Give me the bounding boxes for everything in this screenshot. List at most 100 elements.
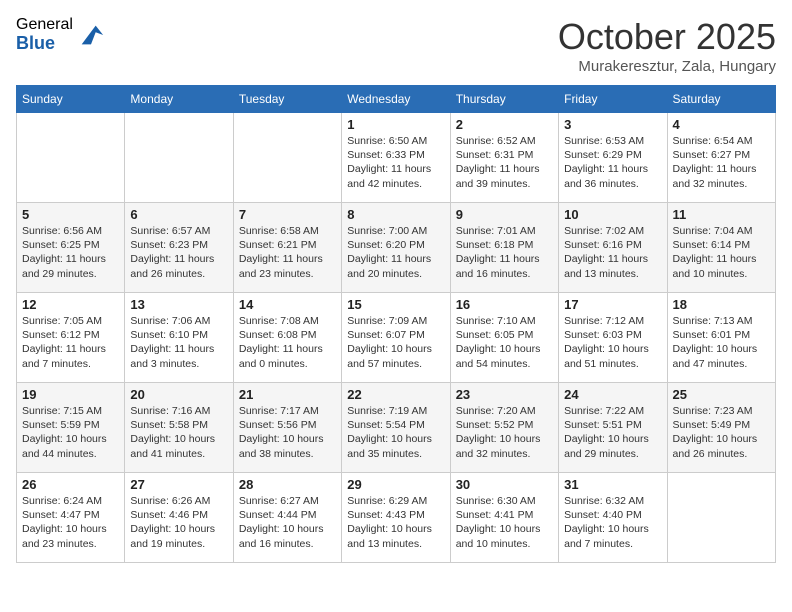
calendar-cell: 5 Sunrise: 6:56 AMSunset: 6:25 PMDaylight… [17, 203, 125, 293]
location-subtitle: Murakeresztur, Zala, Hungary [558, 58, 776, 75]
logo-icon [77, 21, 105, 49]
calendar-cell: 3 Sunrise: 6:53 AMSunset: 6:29 PMDaylight… [559, 113, 667, 203]
calendar-cell: 24 Sunrise: 7:22 AMSunset: 5:51 PMDayligh… [559, 383, 667, 473]
calendar-week-row: 12 Sunrise: 7:05 AMSunset: 6:12 PMDayligh… [17, 293, 776, 383]
day-info: Sunrise: 7:12 AMSunset: 6:03 PMDaylight:… [564, 314, 661, 371]
weekday-header: Saturday [667, 86, 775, 113]
day-number: 3 [564, 117, 661, 132]
day-number: 15 [347, 297, 444, 312]
calendar-cell: 17 Sunrise: 7:12 AMSunset: 6:03 PMDayligh… [559, 293, 667, 383]
day-info: Sunrise: 7:20 AMSunset: 5:52 PMDaylight:… [456, 404, 553, 461]
day-info: Sunrise: 6:29 AMSunset: 4:43 PMDaylight:… [347, 494, 444, 551]
weekday-header: Tuesday [233, 86, 341, 113]
day-number: 7 [239, 207, 336, 222]
day-info: Sunrise: 7:10 AMSunset: 6:05 PMDaylight:… [456, 314, 553, 371]
calendar-cell: 14 Sunrise: 7:08 AMSunset: 6:08 PMDayligh… [233, 293, 341, 383]
day-number: 12 [22, 297, 119, 312]
day-info: Sunrise: 6:30 AMSunset: 4:41 PMDaylight:… [456, 494, 553, 551]
day-number: 13 [130, 297, 227, 312]
calendar-cell [667, 473, 775, 563]
day-info: Sunrise: 7:17 AMSunset: 5:56 PMDaylight:… [239, 404, 336, 461]
day-number: 1 [347, 117, 444, 132]
calendar-week-row: 5 Sunrise: 6:56 AMSunset: 6:25 PMDaylight… [17, 203, 776, 293]
calendar-cell: 9 Sunrise: 7:01 AMSunset: 6:18 PMDaylight… [450, 203, 558, 293]
calendar-cell: 6 Sunrise: 6:57 AMSunset: 6:23 PMDaylight… [125, 203, 233, 293]
calendar-cell: 1Sunrise: 6:50 AMSunset: 6:33 PMDaylight… [342, 113, 450, 203]
day-number: 25 [673, 387, 770, 402]
calendar-cell [233, 113, 341, 203]
calendar-cell: 29 Sunrise: 6:29 AMSunset: 4:43 PMDayligh… [342, 473, 450, 563]
day-info: Sunrise: 6:26 AMSunset: 4:46 PMDaylight:… [130, 494, 227, 551]
day-info: Sunrise: 7:08 AMSunset: 6:08 PMDaylight:… [239, 314, 336, 371]
day-info: Sunrise: 7:15 AMSunset: 5:59 PMDaylight:… [22, 404, 119, 461]
calendar-cell: 19 Sunrise: 7:15 AMSunset: 5:59 PMDayligh… [17, 383, 125, 473]
calendar-cell: 31 Sunrise: 6:32 AMSunset: 4:40 PMDayligh… [559, 473, 667, 563]
calendar-cell [17, 113, 125, 203]
day-number: 2 [456, 117, 553, 132]
calendar-cell: 18Sunrise: 7:13 AMSunset: 6:01 PMDayligh… [667, 293, 775, 383]
day-info: Sunrise: 6:54 AMSunset: 6:27 PMDaylight:… [673, 134, 770, 191]
day-number: 19 [22, 387, 119, 402]
day-info: Sunrise: 6:32 AMSunset: 4:40 PMDaylight:… [564, 494, 661, 551]
day-number: 29 [347, 477, 444, 492]
calendar-cell: 7 Sunrise: 6:58 AMSunset: 6:21 PMDaylight… [233, 203, 341, 293]
day-info: Sunrise: 7:19 AMSunset: 5:54 PMDaylight:… [347, 404, 444, 461]
day-info: Sunrise: 7:05 AMSunset: 6:12 PMDaylight:… [22, 314, 119, 371]
title-block: October 2025 Murakeresztur, Zala, Hungar… [558, 16, 776, 75]
calendar-table: SundayMondayTuesdayWednesdayThursdayFrid… [16, 85, 776, 563]
logo-general: General [16, 16, 73, 34]
calendar-cell: 13 Sunrise: 7:06 AMSunset: 6:10 PMDayligh… [125, 293, 233, 383]
day-number: 11 [673, 207, 770, 222]
day-info: Sunrise: 7:16 AMSunset: 5:58 PMDaylight:… [130, 404, 227, 461]
calendar-week-row: 26Sunrise: 6:24 AMSunset: 4:47 PMDayligh… [17, 473, 776, 563]
calendar-cell: 15 Sunrise: 7:09 AMSunset: 6:07 PMDayligh… [342, 293, 450, 383]
day-info: Sunrise: 6:57 AMSunset: 6:23 PMDaylight:… [130, 224, 227, 281]
calendar-cell: 11Sunrise: 7:04 AMSunset: 6:14 PMDayligh… [667, 203, 775, 293]
day-number: 16 [456, 297, 553, 312]
day-number: 18 [673, 297, 770, 312]
day-info: Sunrise: 7:06 AMSunset: 6:10 PMDaylight:… [130, 314, 227, 371]
calendar-cell: 26Sunrise: 6:24 AMSunset: 4:47 PMDayligh… [17, 473, 125, 563]
day-info: Sunrise: 6:53 AMSunset: 6:29 PMDaylight:… [564, 134, 661, 191]
day-info: Sunrise: 6:58 AMSunset: 6:21 PMDaylight:… [239, 224, 336, 281]
day-number: 28 [239, 477, 336, 492]
day-number: 17 [564, 297, 661, 312]
weekday-header: Wednesday [342, 86, 450, 113]
day-number: 31 [564, 477, 661, 492]
day-info: Sunrise: 6:56 AMSunset: 6:25 PMDaylight:… [22, 224, 119, 281]
day-info: Sunrise: 7:09 AMSunset: 6:07 PMDaylight:… [347, 314, 444, 371]
calendar-cell [125, 113, 233, 203]
weekday-header: Sunday [17, 86, 125, 113]
calendar-week-row: 1Sunrise: 6:50 AMSunset: 6:33 PMDaylight… [17, 113, 776, 203]
page-header: General Blue October 2025 Murakeresztur,… [16, 16, 776, 75]
logo: General Blue [16, 16, 105, 53]
day-info: Sunrise: 6:27 AMSunset: 4:44 PMDaylight:… [239, 494, 336, 551]
day-info: Sunrise: 7:01 AMSunset: 6:18 PMDaylight:… [456, 224, 553, 281]
day-number: 5 [22, 207, 119, 222]
day-info: Sunrise: 7:23 AMSunset: 5:49 PMDaylight:… [673, 404, 770, 461]
calendar-cell: 28 Sunrise: 6:27 AMSunset: 4:44 PMDayligh… [233, 473, 341, 563]
day-number: 30 [456, 477, 553, 492]
calendar-cell: 21Sunrise: 7:17 AMSunset: 5:56 PMDayligh… [233, 383, 341, 473]
day-number: 26 [22, 477, 119, 492]
day-number: 14 [239, 297, 336, 312]
day-number: 9 [456, 207, 553, 222]
calendar-cell: 16 Sunrise: 7:10 AMSunset: 6:05 PMDayligh… [450, 293, 558, 383]
month-title: October 2025 [558, 16, 776, 58]
calendar-cell: 25 Sunrise: 7:23 AMSunset: 5:49 PMDayligh… [667, 383, 775, 473]
day-number: 23 [456, 387, 553, 402]
calendar-cell: 20Sunrise: 7:16 AMSunset: 5:58 PMDayligh… [125, 383, 233, 473]
day-number: 24 [564, 387, 661, 402]
calendar-cell: 12 Sunrise: 7:05 AMSunset: 6:12 PMDayligh… [17, 293, 125, 383]
day-number: 4 [673, 117, 770, 132]
day-info: Sunrise: 7:22 AMSunset: 5:51 PMDaylight:… [564, 404, 661, 461]
calendar-cell: 22Sunrise: 7:19 AMSunset: 5:54 PMDayligh… [342, 383, 450, 473]
calendar-cell: 2 Sunrise: 6:52 AMSunset: 6:31 PMDaylight… [450, 113, 558, 203]
weekday-header: Thursday [450, 86, 558, 113]
day-number: 6 [130, 207, 227, 222]
logo-blue: Blue [16, 34, 73, 54]
calendar-week-row: 19 Sunrise: 7:15 AMSunset: 5:59 PMDayligh… [17, 383, 776, 473]
day-info: Sunrise: 6:52 AMSunset: 6:31 PMDaylight:… [456, 134, 553, 191]
day-number: 27 [130, 477, 227, 492]
calendar-cell: 4 Sunrise: 6:54 AMSunset: 6:27 PMDaylight… [667, 113, 775, 203]
